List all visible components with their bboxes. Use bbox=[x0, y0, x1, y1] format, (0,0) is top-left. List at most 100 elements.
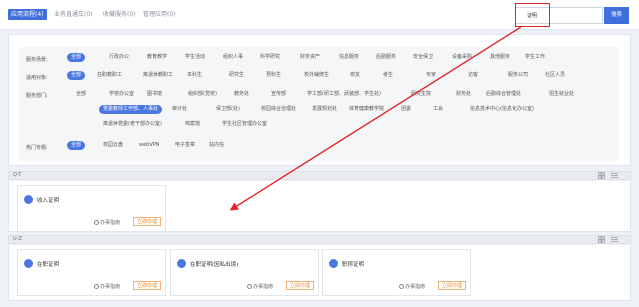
filter-chip[interactable]: 预科生 bbox=[266, 71, 281, 80]
section-title-u-z: U-Z bbox=[13, 236, 22, 242]
card-title[interactable]: 职称证明 bbox=[342, 260, 364, 268]
guide-icon bbox=[399, 284, 404, 289]
dept-label: 服务部门: bbox=[26, 93, 48, 99]
filter-chip[interactable]: 站内信 bbox=[209, 141, 224, 150]
filter-chip[interactable]: 校外辅修生 bbox=[304, 71, 329, 80]
filter-chip[interactable]: 考生 bbox=[383, 71, 393, 80]
filter-chip[interactable]: 财务处 bbox=[456, 90, 471, 99]
filter-chip[interactable]: 组织人事 bbox=[223, 53, 243, 62]
filter-chip[interactable]: 全部 bbox=[67, 53, 86, 62]
grid-view-icon[interactable] bbox=[598, 172, 605, 179]
tab-favorite-services[interactable]: 收藏服务(0) bbox=[103, 9, 136, 20]
filter-chip[interactable]: 学工部(研工部、武装部、学生处) bbox=[307, 90, 381, 99]
user-icon bbox=[24, 259, 33, 268]
filter-chip[interactable]: 学生工作 bbox=[525, 53, 545, 62]
filter-chip[interactable]: 后勤服务 bbox=[376, 53, 396, 62]
highlight-box bbox=[515, 3, 550, 27]
page: 应用流程(4) 业务直通车(0) 收藏服务(0) 管理应用(0) 证明 搜索 服… bbox=[0, 0, 639, 307]
filter-chip[interactable]: 校园综合治理处 bbox=[261, 105, 296, 114]
filter-chip[interactable]: 党委教师工作部、人事处 bbox=[99, 105, 163, 114]
filter-chip[interactable]: 离退休教职工 bbox=[143, 71, 173, 80]
filter-chip[interactable]: 在职教职工 bbox=[97, 71, 122, 80]
filter-chip[interactable]: 专家 bbox=[426, 71, 436, 80]
filter-chip[interactable]: 社区人员 bbox=[545, 71, 565, 80]
filter-chip[interactable]: 离退休党委(老干部办公室) bbox=[103, 120, 162, 129]
filter-chip[interactable]: 信息服务 bbox=[339, 53, 359, 62]
filter-chip[interactable]: 信息技术中心(信息化办公室) bbox=[470, 105, 534, 114]
filter-chip[interactable]: 设备采购 bbox=[452, 53, 472, 62]
filter-chip[interactable]: 组织部(党校) bbox=[188, 90, 217, 99]
tab-business-express[interactable]: 业务直通车(0) bbox=[54, 9, 93, 20]
filter-chip[interactable]: 学校办公室 bbox=[109, 90, 134, 99]
service-card[interactable]: 在职证明(因私出境) 办事指南 立即办理 bbox=[170, 249, 319, 296]
filter-chip[interactable]: 电子签章 bbox=[175, 141, 195, 150]
filter-chip[interactable]: 后勤综合管理处 bbox=[486, 90, 521, 99]
grid-view-icon[interactable] bbox=[598, 236, 605, 243]
scene-label: 服务场景: bbox=[26, 57, 48, 63]
filter-chip[interactable]: 行政办公 bbox=[109, 53, 129, 62]
service-card[interactable]: 职称证明 办事指南 立即办理 bbox=[322, 249, 471, 296]
tab-manage-apps[interactable]: 管理应用(0) bbox=[143, 9, 176, 20]
hot-label: 热门专题: bbox=[26, 145, 48, 151]
filter-chip[interactable]: 发展规划处 bbox=[312, 105, 337, 114]
filter-chip[interactable]: 研究生 bbox=[229, 71, 244, 80]
filter-chip[interactable]: 全部 bbox=[67, 71, 86, 80]
card-guide-link[interactable]: 办事指南 bbox=[399, 283, 425, 290]
filter-chip[interactable]: 保卫部(处) bbox=[216, 105, 240, 114]
top-tab-bar: 应用流程(4) 业务直通车(0) 收藏服务(0) 管理应用(0) 证明 搜索 bbox=[0, 0, 639, 30]
filter-chip[interactable]: 团委 bbox=[401, 105, 411, 114]
filter-chip[interactable]: 学生活动 bbox=[185, 53, 205, 62]
filter-chip[interactable]: 其他服务 bbox=[490, 53, 510, 62]
card-guide-link[interactable]: 办事指南 bbox=[247, 283, 273, 290]
card-guide-link[interactable]: 办事指南 bbox=[94, 219, 120, 226]
list-view-icon[interactable] bbox=[611, 172, 618, 179]
filter-chip[interactable]: 宣传部 bbox=[271, 90, 286, 99]
service-card[interactable]: 收入证明 办事指南 立即办理 bbox=[17, 185, 166, 232]
filter-chip[interactable]: 档案馆 bbox=[185, 120, 200, 129]
filter-chip[interactable]: 校园云盘 bbox=[103, 141, 123, 150]
list-view-icon[interactable] bbox=[611, 236, 618, 243]
filter-chip[interactable]: 图书馆 bbox=[147, 90, 162, 99]
apply-button[interactable]: 立即办理 bbox=[133, 281, 162, 290]
guide-icon bbox=[247, 284, 252, 289]
user-icon bbox=[24, 195, 33, 204]
guide-icon bbox=[94, 220, 99, 225]
apply-button[interactable]: 立即办理 bbox=[438, 281, 467, 290]
filter-chip[interactable]: 体育健康教学院 bbox=[349, 105, 384, 114]
section-body-u-z: 在职证明 办事指南 立即办理 在职证明(因私出境) 办事指南 立即办理 职称证明… bbox=[8, 245, 631, 301]
filter-chip[interactable]: 服务公司 bbox=[508, 71, 528, 80]
user-icon bbox=[329, 259, 338, 268]
filter-chip[interactable]: 研究生院 bbox=[411, 90, 431, 99]
filter-chip[interactable]: webVPN bbox=[139, 141, 160, 150]
card-title[interactable]: 在职证明 bbox=[37, 260, 59, 268]
filter-chip[interactable]: 教育教学 bbox=[147, 53, 167, 62]
filter-chip[interactable]: 招生就业处 bbox=[549, 90, 574, 99]
card-guide-label: 办事指南 bbox=[100, 220, 121, 226]
filter-chip[interactable]: 本科生 bbox=[187, 71, 202, 80]
filter-inner: 服务场景: 全部 行政办公 教育教学 学生活动 组织人事 科学研究 财务资产 信息服务 后勤服务… bbox=[19, 47, 619, 161]
filter-chip[interactable]: 科学研究 bbox=[260, 53, 280, 62]
filter-chip[interactable]: 安全保卫 bbox=[413, 53, 433, 62]
filter-chip[interactable]: 工会 bbox=[433, 105, 443, 114]
filter-chip[interactable]: 全部 bbox=[67, 141, 86, 150]
filter-chip[interactable]: 校友 bbox=[350, 71, 360, 80]
filter-chip[interactable]: 全部 bbox=[76, 90, 86, 99]
apply-button[interactable]: 立即办理 bbox=[133, 217, 162, 226]
card-guide-label: 办事指南 bbox=[100, 284, 121, 290]
target-label: 适用对象: bbox=[26, 75, 48, 81]
filter-chip[interactable]: 财务资产 bbox=[300, 53, 320, 62]
card-guide-link[interactable]: 办事指南 bbox=[94, 283, 120, 290]
card-guide-label: 办事指南 bbox=[405, 284, 426, 290]
filter-chip[interactable]: 审计处 bbox=[172, 105, 187, 114]
search-button[interactable]: 搜索 bbox=[604, 7, 629, 24]
service-card[interactable]: 在职证明 办事指南 立即办理 bbox=[17, 249, 166, 296]
filter-chip[interactable]: 访客 bbox=[468, 71, 478, 80]
card-title[interactable]: 收入证明 bbox=[37, 196, 59, 204]
filter-chip[interactable]: 学生社区管理办公室 bbox=[222, 120, 267, 129]
user-icon bbox=[177, 259, 186, 268]
filter-panel: 服务场景: 全部 行政办公 教育教学 学生活动 组织人事 科学研究 财务资产 信息服务 后勤服务… bbox=[8, 34, 631, 166]
apply-button[interactable]: 立即办理 bbox=[286, 281, 315, 290]
card-title[interactable]: 在职证明(因私出境) bbox=[190, 260, 238, 268]
tab-apply-process[interactable]: 应用流程(4) bbox=[8, 9, 47, 20]
filter-chip[interactable]: 教务处 bbox=[234, 90, 249, 99]
